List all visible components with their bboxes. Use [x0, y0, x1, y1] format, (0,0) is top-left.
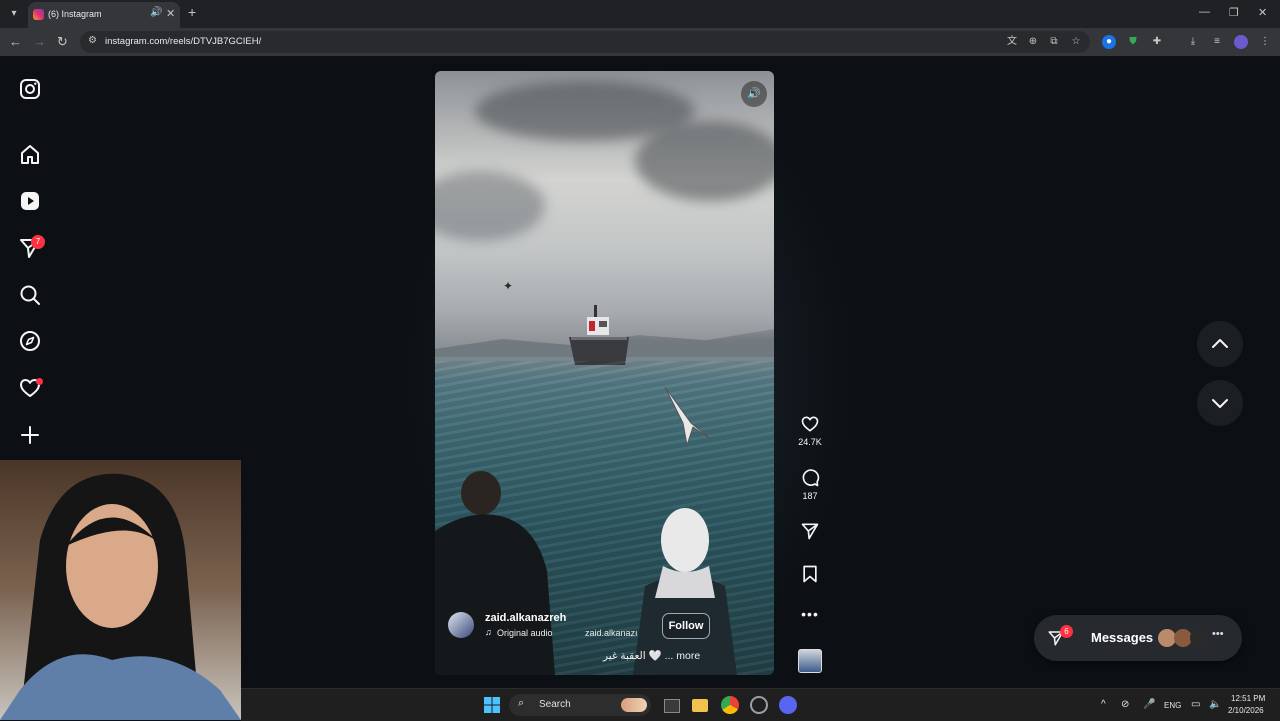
instagram-sidebar: 7 [0, 58, 62, 468]
audio-label[interactable]: Original audio [497, 628, 553, 638]
extension-blue-icon[interactable]: ● [1102, 35, 1116, 49]
cloud-shape [435, 171, 545, 241]
webcam-overlay [0, 460, 241, 720]
tab-title: (6) Instagram [48, 9, 102, 19]
original-audio-thumbnail[interactable] [798, 649, 822, 673]
chrome-icon[interactable] [721, 696, 739, 714]
profile-avatar-icon[interactable] [1234, 35, 1248, 49]
downloads-icon[interactable]: ⤓ [1186, 35, 1200, 49]
cloud-shape [635, 121, 774, 201]
chevron-down-icon [1212, 399, 1228, 408]
close-window-button[interactable]: ✕ [1258, 6, 1267, 19]
message-avatar [1190, 629, 1208, 647]
extensions-puzzle-icon[interactable]: ✚ [1150, 35, 1164, 49]
reel-actions: 24.7K 187 ••• [790, 410, 830, 682]
like-count: 24.7K [798, 437, 822, 447]
share-action [790, 521, 830, 541]
like-action: 24.7K [790, 414, 830, 447]
tray-overflow-icon[interactable]: ^ [1101, 699, 1106, 710]
webcam-person-image [0, 460, 241, 720]
reel-author-bar: zaid.alkanazreh ♫ Original audio zaid.al… [448, 611, 768, 671]
reel-caption[interactable]: العقبة غير 🤍 ... more [603, 649, 700, 662]
network-icon[interactable]: ⊘ [1121, 699, 1129, 710]
tab-close-icon[interactable]: ✕ [166, 7, 175, 20]
reel-video[interactable]: 🔊 ✦ zaid.alkanazreh ♫ Original audio zai… [435, 71, 774, 675]
notifications-badge: 7 [31, 235, 45, 249]
instagram-favicon-icon [33, 9, 44, 20]
messages-badge: 6 [1060, 625, 1073, 638]
translate-icon[interactable]: 文 [1005, 35, 1019, 49]
bookmark-star-icon[interactable]: ☆ [1069, 35, 1083, 49]
browser-tab-instagram[interactable]: (6) Instagram 🔊 ✕ [28, 2, 180, 28]
previous-reel-button[interactable] [1197, 321, 1243, 367]
tab-search-chevron-icon[interactable]: ▾ [6, 6, 22, 22]
minimize-button[interactable]: — [1199, 6, 1210, 18]
reels-icon[interactable] [18, 189, 42, 213]
url-text[interactable]: instagram.com/reels/DTVJB7GCIEH/ [105, 36, 261, 47]
comment-count: 187 [802, 491, 818, 501]
browser-toolbar: ← → ↻ ⚙ instagram.com/reels/DTVJB7GCIEH/… [0, 28, 1280, 56]
microphone-icon[interactable]: 🎤 [1143, 699, 1155, 710]
clock-date[interactable]: 2/10/2026 [1228, 706, 1264, 715]
app-icon[interactable] [750, 696, 768, 714]
file-explorer-icon[interactable] [692, 699, 708, 712]
search-highlight-icon [621, 698, 647, 712]
home-icon[interactable] [18, 143, 42, 167]
browser-menu-icon[interactable]: ⋮ [1258, 35, 1272, 49]
instagram-logo-icon[interactable] [18, 77, 42, 101]
clock-time[interactable]: 12:51 PM [1231, 694, 1265, 703]
site-info-icon[interactable]: ⚙ [88, 35, 97, 46]
task-view-icon[interactable] [664, 699, 680, 713]
taskbar-search-icon: ⌕ [518, 697, 525, 709]
restore-button[interactable]: ❐ [1229, 6, 1239, 19]
cargo-ship-image [569, 305, 629, 365]
back-button[interactable]: ← [9, 34, 22, 49]
seagull-image [664, 386, 714, 446]
install-app-icon[interactable]: ⧉ [1047, 35, 1061, 49]
display-icon[interactable]: ▭ [1191, 699, 1200, 710]
taskbar-search[interactable]: ⌕ Search [509, 694, 651, 716]
save-bookmark-icon[interactable] [800, 564, 820, 584]
next-reel-button[interactable] [1197, 380, 1243, 426]
browser-tab-bar: ▾ (6) Instagram 🔊 ✕ + — ❐ ✕ [0, 0, 1280, 28]
address-bar[interactable]: ⚙ instagram.com/reels/DTVJB7GCIEH/ [80, 31, 1090, 53]
windows-taskbar: ⌕ Search ^ ⊘ 🎤 ENG ▭ 🔈 12:51 PM 2/10/202… [241, 688, 1280, 721]
taskbar-search-label: Search [539, 699, 571, 710]
activity-dot [36, 378, 43, 385]
forward-button[interactable]: → [33, 34, 46, 49]
create-plus-icon[interactable] [18, 423, 42, 447]
messages-label: Messages [1091, 630, 1154, 645]
music-note-icon: ♫ [485, 627, 492, 637]
author-username[interactable]: zaid.alkanazreh [485, 612, 566, 624]
audio-author[interactable]: zaid.alkanazı [585, 628, 638, 638]
share-paper-plane-icon[interactable] [800, 521, 820, 541]
extension-shield-icon[interactable]: ⛊ [1126, 35, 1140, 49]
search-icon[interactable] [18, 283, 42, 307]
bird-image: ✦ [503, 279, 514, 293]
new-tab-button[interactable]: + [188, 4, 196, 20]
language-indicator[interactable]: ENG [1164, 701, 1181, 710]
more-options-icon[interactable]: ••• [790, 606, 830, 622]
audio-toggle-button[interactable]: 🔊 [741, 81, 767, 107]
reload-button[interactable]: ↻ [57, 34, 68, 50]
zoom-icon[interactable]: ⊕ [1026, 35, 1040, 49]
messages-button[interactable]: 6 Messages ••• [1034, 615, 1242, 661]
explore-compass-icon[interactable] [18, 329, 42, 353]
save-action [790, 564, 830, 584]
author-avatar[interactable] [448, 612, 474, 638]
more-conversations-icon: ••• [1212, 628, 1224, 640]
like-heart-icon[interactable] [800, 414, 820, 434]
tab-audio-icon[interactable]: 🔊 [150, 7, 162, 18]
comment-action: 187 [790, 468, 830, 501]
reading-list-icon[interactable]: ≡ [1210, 35, 1224, 49]
discord-icon[interactable] [779, 696, 797, 714]
volume-icon[interactable]: 🔈 [1209, 699, 1221, 710]
chevron-up-icon [1212, 339, 1228, 348]
comment-bubble-icon[interactable] [800, 468, 820, 488]
follow-button[interactable]: Follow [662, 613, 710, 639]
windows-start-icon[interactable] [483, 696, 501, 714]
